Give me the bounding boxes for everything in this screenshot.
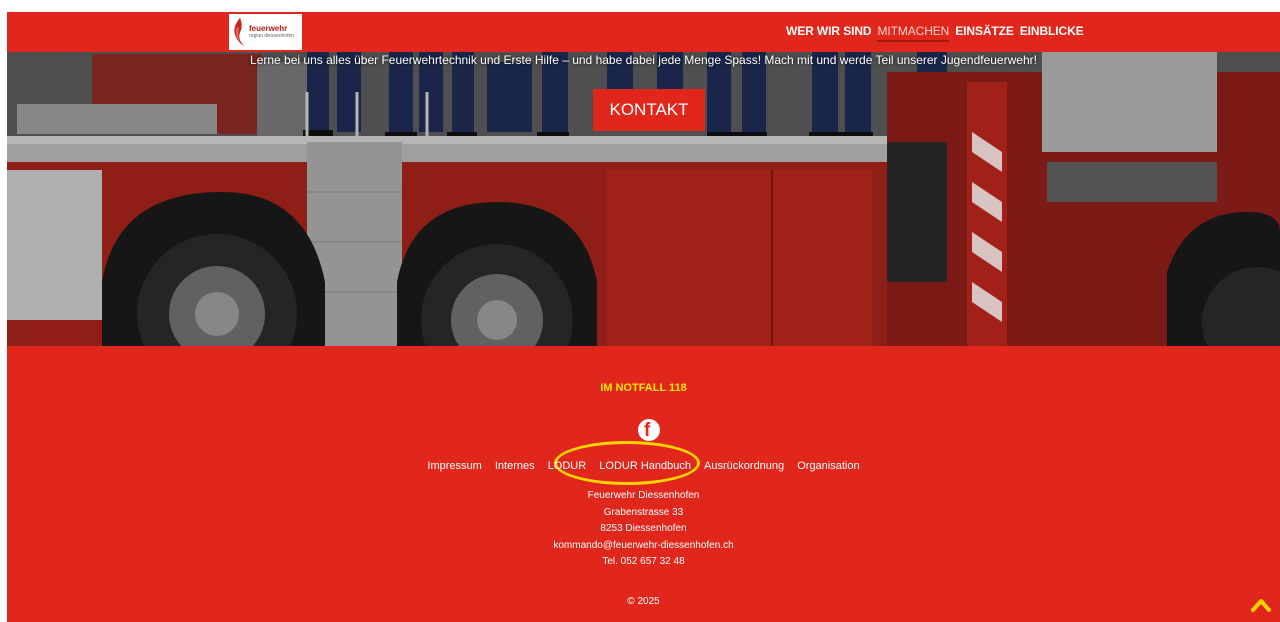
address-street: Grabenstrasse 33 <box>603 506 684 518</box>
footer-address: Feuerwehr Diessenhofen Grabenstrasse 33 … <box>7 488 1280 571</box>
kontakt-button[interactable]: KONTAKT <box>593 89 705 131</box>
link-ausrueckordnung[interactable]: Ausrückordnung <box>704 460 784 472</box>
logo-line1: feuerwehr <box>249 24 288 33</box>
main-nav: WER WIR SIND MITMACHEN EINSÄTZE EINBLICK… <box>786 24 1084 42</box>
emergency-number: IM NOTFALL 118 <box>600 382 687 394</box>
address-phone[interactable]: Tel. 052 657 32 48 <box>7 554 1280 571</box>
nav-einblicke[interactable]: EINBLICKE <box>1020 24 1084 42</box>
hero-section: Lerne bei uns alles über Feuerwehrtechni… <box>7 52 1280 346</box>
link-internes[interactable]: Internes <box>495 460 535 472</box>
link-impressum[interactable]: Impressum <box>427 460 481 472</box>
site-header: feuerwehr region diessenhofen WER WIR SI… <box>7 12 1280 52</box>
hero-tagline: Lerne bei uns alles über Feuerwehrtechni… <box>250 53 1037 67</box>
address-name: Feuerwehr Diessenhofen <box>587 490 700 501</box>
flame-icon <box>232 17 246 47</box>
logo-line2: region diessenhofen <box>249 33 295 39</box>
nav-mitmachen[interactable]: MITMACHEN <box>877 24 949 42</box>
facebook-icon[interactable]: f <box>638 419 660 441</box>
nav-einsaetze[interactable]: EINSÄTZE <box>955 24 1014 42</box>
link-organisation[interactable]: Organisation <box>797 460 859 472</box>
address-email[interactable]: kommando@feuerwehr-diessenhofen.ch <box>7 538 1280 555</box>
link-lodur-handbuch[interactable]: LODUR Handbuch <box>599 460 691 472</box>
logo-text: feuerwehr region diessenhofen <box>249 25 294 39</box>
page: feuerwehr region diessenhofen WER WIR SI… <box>7 12 1280 622</box>
link-lodur[interactable]: LODUR <box>548 460 587 472</box>
site-footer: IM NOTFALL 118 f Impressum Internes LODU… <box>7 346 1280 622</box>
footer-links: Impressum Internes LODUR LODUR Handbuch … <box>7 460 1280 472</box>
nav-wer-wir-sind[interactable]: WER WIR SIND <box>786 24 872 42</box>
chevron-up-icon[interactable] <box>1251 598 1271 612</box>
address-city: 8253 Diessenhofen <box>600 523 687 534</box>
copyright: © 2025 <box>627 596 660 607</box>
site-logo[interactable]: feuerwehr region diessenhofen <box>229 14 302 50</box>
